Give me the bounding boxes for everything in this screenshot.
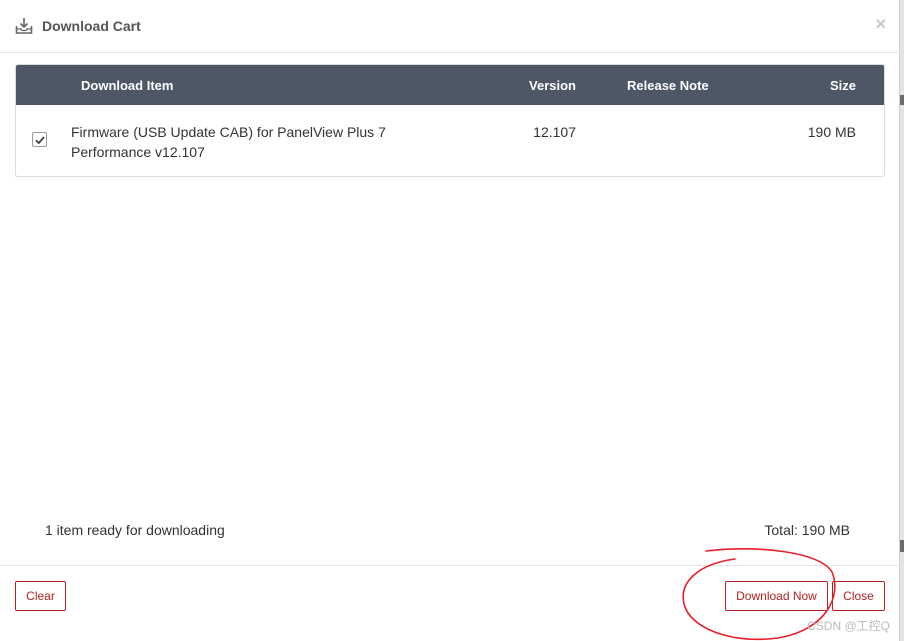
table-header: Download Item Version Release Note Size	[16, 65, 884, 105]
column-header-release-note: Release Note	[627, 78, 709, 93]
close-button[interactable]: Close	[832, 581, 885, 611]
item-checkbox[interactable]	[32, 132, 47, 147]
total-size-text: Total: 190 MB	[764, 522, 850, 538]
background-strip	[900, 540, 904, 552]
close-icon[interactable]: ×	[875, 13, 886, 35]
ready-status-text: 1 item ready for downloading	[45, 522, 225, 538]
column-header-size: Size	[829, 78, 856, 93]
cart-table: Download Item Version Release Note Size …	[15, 64, 885, 177]
download-tray-icon	[15, 17, 33, 35]
download-now-button[interactable]: Download Now	[725, 581, 828, 611]
dialog-footer: Clear Download Now Close	[0, 565, 900, 641]
background-strip	[900, 95, 904, 105]
watermark-text: CSDN @工控Q	[807, 619, 890, 633]
item-version: 12.107	[533, 124, 576, 140]
item-name: Firmware (USB Update CAB) for PanelView …	[71, 124, 386, 160]
dialog-title: Download Cart	[42, 18, 141, 34]
clear-button[interactable]: Clear	[15, 581, 66, 611]
item-size: 190 MB	[807, 124, 856, 140]
download-cart-dialog: Download Cart × Download Item Version Re…	[0, 0, 900, 641]
dialog-header: Download Cart ×	[0, 0, 900, 53]
column-header-version: Version	[529, 78, 576, 93]
table-row: Firmware (USB Update CAB) for PanelView …	[16, 105, 884, 176]
checkmark-icon	[35, 136, 45, 145]
column-header-download-item: Download Item	[81, 78, 174, 93]
